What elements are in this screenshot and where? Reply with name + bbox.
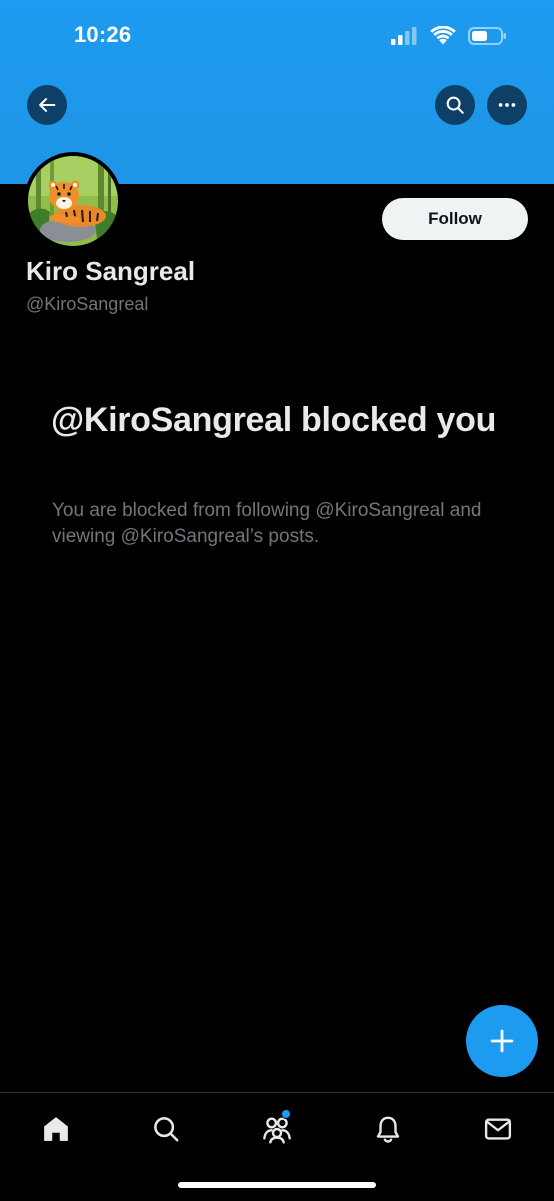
battery-icon: [468, 27, 506, 45]
profile-display-name: Kiro Sangreal: [26, 256, 196, 286]
blocked-title: @KiroSangreal blocked you: [51, 401, 497, 439]
search-icon: [446, 96, 464, 114]
status-time: 10:26: [74, 22, 132, 47]
tab-messages[interactable]: [478, 1109, 518, 1149]
search-button[interactable]: [435, 85, 475, 125]
home-icon: [44, 1117, 68, 1141]
tab-communities[interactable]: [257, 1109, 297, 1149]
plus-icon: [490, 1029, 514, 1053]
compose-button[interactable]: [466, 1005, 538, 1077]
tab-notifications[interactable]: [368, 1109, 408, 1149]
home-indicator: [178, 1182, 376, 1188]
wifi-icon: [430, 26, 456, 45]
communities-badge-dot: [281, 1109, 291, 1119]
more-horizontal-icon: [498, 103, 516, 107]
tab-home[interactable]: [36, 1109, 76, 1149]
arrow-left-icon: [39, 98, 56, 112]
blocked-description: You are blocked from following @KiroSang…: [52, 500, 482, 547]
avatar[interactable]: [24, 152, 122, 250]
more-button[interactable]: [487, 85, 527, 125]
status-bar: 10:26: [0, 0, 554, 76]
cellular-signal-icon: [391, 27, 417, 45]
back-button[interactable]: [27, 85, 67, 125]
search-icon: [154, 1117, 179, 1142]
follow-button[interactable]: Follow: [382, 198, 528, 240]
profile-handle: @KiroSangreal: [26, 294, 149, 314]
tiger-avatar: [28, 156, 118, 246]
status-icons: [390, 26, 508, 46]
tab-search[interactable]: [146, 1109, 186, 1149]
mail-icon: [484, 1118, 512, 1140]
bell-icon: [376, 1116, 400, 1143]
